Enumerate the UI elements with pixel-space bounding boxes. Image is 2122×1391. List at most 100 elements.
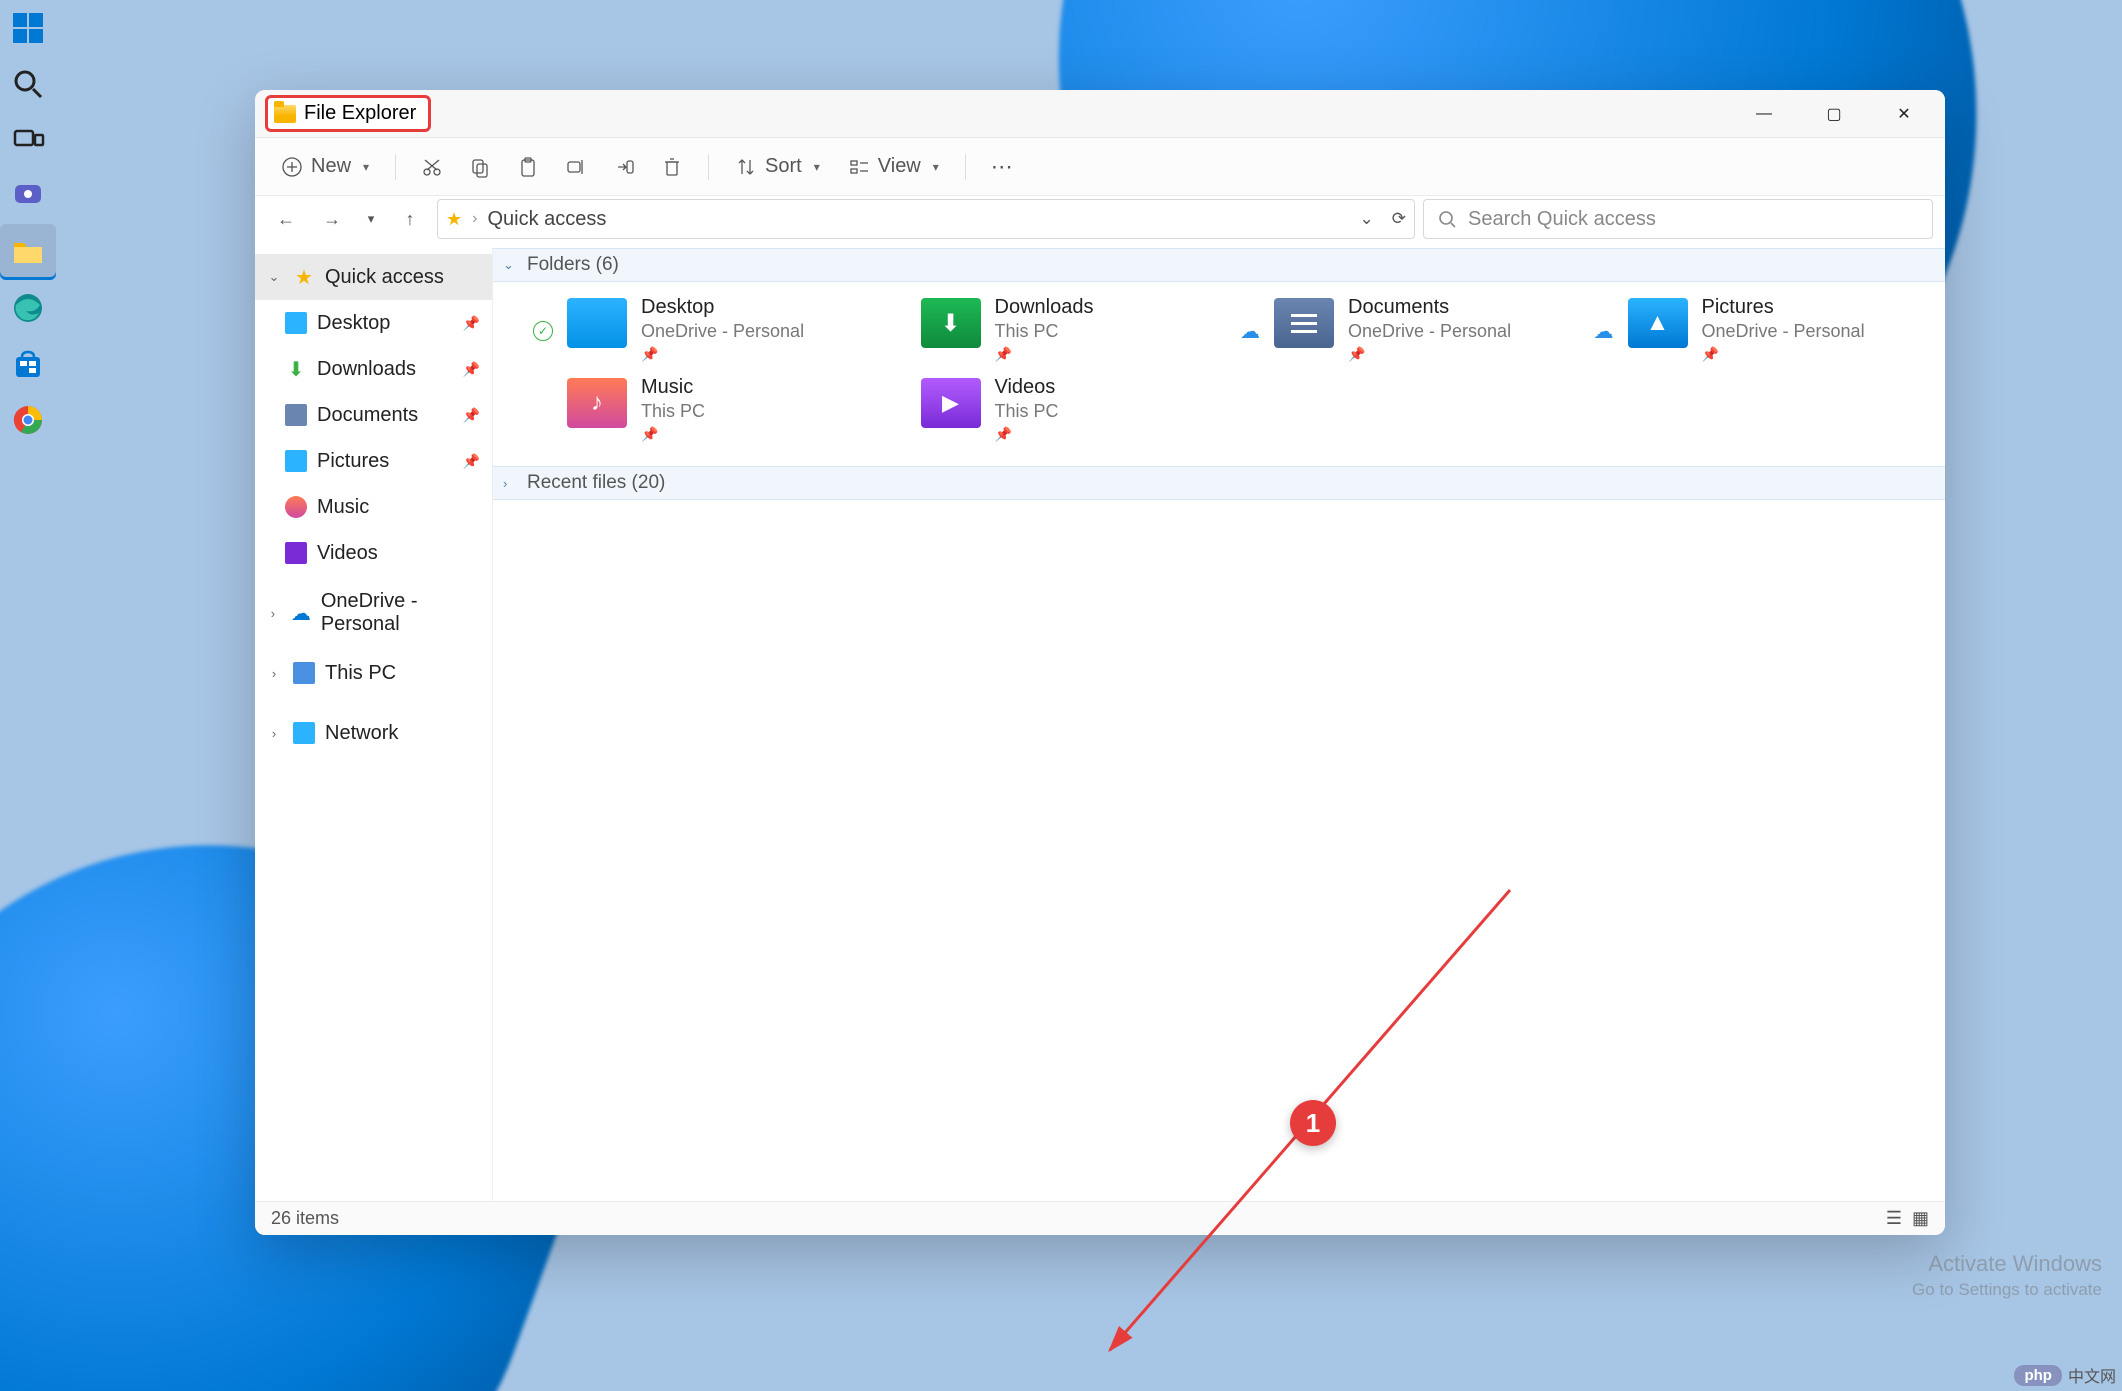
rename-icon xyxy=(565,156,587,178)
folder-name: Pictures xyxy=(1702,296,1865,319)
folder-icon xyxy=(1274,298,1334,348)
taskbar-edge[interactable] xyxy=(0,280,56,336)
sidebar-quick-access[interactable]: ⌄ ★ Quick access xyxy=(255,254,492,300)
group-header-recent[interactable]: › Recent files (20) xyxy=(493,466,1945,500)
folder-icon: ▶ xyxy=(921,378,981,428)
cloud-icon: ☁ xyxy=(1240,319,1260,344)
folder-name: Videos xyxy=(995,376,1059,399)
taskbar-search[interactable] xyxy=(0,56,56,112)
delete-button[interactable] xyxy=(650,147,694,187)
edge-icon xyxy=(11,291,45,325)
activation-watermark: Activate Windows Go to Settings to activ… xyxy=(1912,1250,2102,1301)
sync-badge-icon: ✓ xyxy=(533,321,553,341)
taskbar-taskview[interactable] xyxy=(0,112,56,168)
folder-location: OneDrive - Personal xyxy=(1348,321,1511,342)
breadcrumb-separator: › xyxy=(472,210,477,228)
window-title-tab[interactable]: File Explorer xyxy=(265,95,431,132)
minimize-button[interactable]: — xyxy=(1729,90,1799,138)
sidebar-item-documents[interactable]: Documents 📌 xyxy=(255,392,492,438)
chevron-down-icon: ▾ xyxy=(363,160,369,174)
sidebar-item-downloads[interactable]: ⬇ Downloads 📌 xyxy=(255,346,492,392)
maximize-button[interactable]: ▢ xyxy=(1799,90,1869,138)
sidebar-item-music[interactable]: Music xyxy=(255,484,492,530)
pin-icon: 📌 xyxy=(995,346,1094,363)
refresh-button[interactable]: ⟳ xyxy=(1392,209,1406,229)
up-button[interactable]: ↑ xyxy=(391,200,429,238)
taskbar-chat[interactable] xyxy=(0,168,56,224)
chevron-down-icon: ▾ xyxy=(814,160,820,174)
chevron-down-icon: ⌄ xyxy=(503,257,519,273)
taskbar-store[interactable] xyxy=(0,336,56,392)
sidebar-item-desktop[interactable]: Desktop 📌 xyxy=(255,300,492,346)
taskview-icon xyxy=(11,123,45,157)
sort-button[interactable]: Sort ▾ xyxy=(723,147,832,187)
folder-tile-downloads[interactable]: ⬇ Downloads This PC 📌 xyxy=(887,296,1221,366)
pin-icon: 📌 xyxy=(463,407,480,424)
sidebar-network[interactable]: › Network xyxy=(255,710,492,756)
content-pane: ⌄ Folders (6) ✓ Desktop OneDrive - Perso… xyxy=(493,248,1945,1201)
sidebar-item-videos[interactable]: Videos xyxy=(255,530,492,576)
history-dropdown[interactable]: ▾ xyxy=(359,200,383,238)
desktop-icon xyxy=(285,312,307,334)
star-icon: ★ xyxy=(293,266,315,288)
forward-button[interactable]: → xyxy=(313,200,351,238)
folder-name: Desktop xyxy=(641,296,804,319)
sidebar-this-pc[interactable]: › This PC xyxy=(255,650,492,696)
search-input[interactable]: Search Quick access xyxy=(1423,199,1933,239)
folder-icon xyxy=(567,298,627,348)
address-bar[interactable]: ★ › Quick access ⌄ ⟳ xyxy=(437,199,1415,239)
paste-button[interactable] xyxy=(506,147,550,187)
source-watermark: php 中文网 xyxy=(2014,1363,2116,1387)
folder-tile-desktop[interactable]: ✓ Desktop OneDrive - Personal 📌 xyxy=(533,296,867,366)
rename-button[interactable] xyxy=(554,147,598,187)
sidebar-item-label: Downloads xyxy=(317,358,416,381)
sort-icon xyxy=(735,156,757,178)
new-button[interactable]: New ▾ xyxy=(269,147,381,187)
pin-icon: 📌 xyxy=(463,315,480,332)
folder-tile-pictures[interactable]: ☁ ▲ Pictures OneDrive - Personal 📌 xyxy=(1594,296,1928,366)
window-title: File Explorer xyxy=(304,102,416,125)
group-label: Folders (6) xyxy=(527,254,619,276)
folder-tile-videos[interactable]: ▶ Videos This PC 📌 xyxy=(887,376,1221,446)
taskbar-chrome[interactable] xyxy=(0,392,56,448)
view-button[interactable]: View ▾ xyxy=(836,147,951,187)
pin-icon: 📌 xyxy=(995,426,1059,443)
details-view-button[interactable]: ☰ xyxy=(1886,1208,1902,1229)
document-icon xyxy=(285,404,307,426)
sidebar-item-label: OneDrive - Personal xyxy=(321,590,480,636)
folders-grid: ✓ Desktop OneDrive - Personal 📌 ⬇ Downlo… xyxy=(493,282,1945,466)
sidebar-item-pictures[interactable]: Pictures 📌 xyxy=(255,438,492,484)
taskbar-start[interactable] xyxy=(0,0,56,56)
sidebar: ⌄ ★ Quick access Desktop 📌 ⬇ Downloads 📌… xyxy=(255,248,493,1201)
address-dropdown-icon[interactable]: ⌄ xyxy=(1360,209,1374,229)
videos-icon xyxy=(285,542,307,564)
more-button[interactable]: ⋯ xyxy=(980,147,1024,187)
sidebar-onedrive[interactable]: › ☁ OneDrive - Personal xyxy=(255,590,492,636)
thumbnails-view-button[interactable]: ▦ xyxy=(1912,1208,1929,1229)
chevron-down-icon: ⌄ xyxy=(265,269,283,285)
group-header-folders[interactable]: ⌄ Folders (6) xyxy=(493,248,1945,282)
taskbar-file-explorer[interactable] xyxy=(0,224,56,280)
status-items-count: 26 items xyxy=(271,1208,339,1229)
copy-button[interactable] xyxy=(458,147,502,187)
sidebar-item-label: Music xyxy=(317,496,369,519)
share-button[interactable] xyxy=(602,147,646,187)
folder-location: OneDrive - Personal xyxy=(641,321,804,342)
close-button[interactable]: ✕ xyxy=(1869,90,1939,138)
copy-icon xyxy=(469,156,491,178)
trash-icon xyxy=(661,156,683,178)
folder-icon: ♪ xyxy=(567,378,627,428)
chevron-right-icon: › xyxy=(265,726,283,741)
folder-tile-music[interactable]: ♪ Music This PC 📌 xyxy=(533,376,867,446)
store-icon xyxy=(11,347,45,381)
windows-icon xyxy=(11,11,45,45)
back-button[interactable]: ← xyxy=(267,200,305,238)
clipboard-icon xyxy=(517,156,539,178)
cloud-icon: ☁ xyxy=(291,602,311,624)
search-icon xyxy=(11,67,45,101)
search-icon xyxy=(1438,210,1456,228)
separator xyxy=(965,154,966,180)
pin-icon: 📌 xyxy=(463,453,480,470)
cut-button[interactable] xyxy=(410,147,454,187)
folder-tile-documents[interactable]: ☁ Documents OneDrive - Personal 📌 xyxy=(1240,296,1574,366)
